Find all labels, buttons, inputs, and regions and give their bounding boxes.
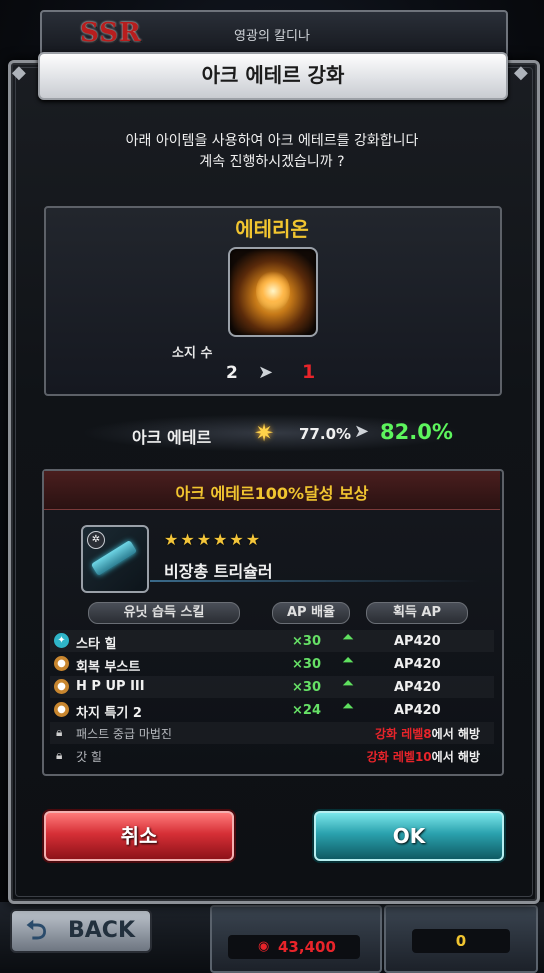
weapon-name: 비장총 트리슐러 — [164, 562, 273, 581]
locked-skill-name: 갓 힐 — [76, 750, 102, 764]
character-name: 영광의 칼디나 — [234, 29, 310, 44]
eterion-item-icon — [228, 247, 318, 337]
star-rating: ★★★★★★ — [164, 530, 263, 549]
owned-count-before: 2 — [226, 363, 238, 383]
back-arrow-icon: ⮌ — [26, 916, 47, 946]
skill-multiplier: ×30 — [292, 634, 321, 649]
level-up-icon: ⏶ — [342, 651, 355, 669]
locked-skill-name: 패스트 중급 마법진 — [76, 727, 172, 741]
corner-ornament-icon: ◆ — [514, 62, 528, 83]
skill-row: ✦ 스타 힐 ×30 ⏶ AP420 — [50, 628, 494, 652]
message-line: 아래 아이템을 사용하여 아크 에테르를 강화합니다 — [125, 133, 419, 149]
item-name: 에테리온 — [235, 217, 309, 241]
reward-title-suffix: 달성 보상 — [304, 484, 369, 503]
owned-count-label: 소지 수 — [172, 346, 213, 361]
skill-multiplier: ×30 — [292, 680, 321, 695]
skill-ap: AP420 — [394, 657, 441, 672]
locked-skill-row: 🔒︎ 패스트 중급 마법진 강화 레벨8에서 해방 — [50, 722, 494, 744]
gem-icon: ◉ — [258, 939, 270, 954]
gem-counter: ◉ 43,400 — [228, 935, 360, 959]
divider — [150, 580, 480, 582]
skill-row: ● H P UP III ×30 ⏶ AP420 — [50, 674, 494, 698]
skill-multiplier: ×30 — [292, 657, 321, 672]
skill-name: 회복 부스트 — [76, 660, 141, 675]
unlock-suffix: 에서 해방 — [431, 727, 480, 741]
skill-ap: AP420 — [394, 703, 441, 718]
column-header-ap-gain: 획득 AP — [366, 602, 468, 624]
gem-value: 43,400 — [278, 938, 336, 956]
skill-row: ● 차지 특기 2 ×24 ⏶ AP420 — [50, 697, 494, 721]
lock-icon: 🔒︎ — [56, 725, 63, 739]
locked-skill-row: 🔒︎ 갓 힐 강화 레벨10에서 해방 — [50, 745, 494, 767]
skill-ap: AP420 — [394, 634, 441, 649]
ark-ether-label: 아크 에테르 — [132, 428, 212, 447]
arrow-right-icon: ➤ — [354, 421, 370, 442]
level-up-icon: ⏶ — [342, 628, 355, 646]
ark-ether-after: 82.0% — [380, 420, 453, 444]
skill-name: 차지 특기 2 — [76, 706, 142, 721]
back-label: BACK — [68, 918, 135, 943]
cancel-button[interactable]: 취소 — [44, 811, 234, 861]
boost-skill-icon: ● — [54, 656, 69, 671]
skill-name: 스타 힐 — [76, 637, 117, 652]
column-header-ap-multiplier: AP 배율 — [272, 602, 350, 624]
skill-name: H P UP III — [76, 679, 145, 694]
ok-button[interactable]: OK — [314, 811, 504, 861]
lock-icon: 🔒︎ — [56, 748, 63, 762]
column-header-skill: 유닛 습득 스킬 — [88, 602, 240, 624]
hp-skill-icon: ● — [54, 679, 69, 694]
back-button[interactable]: ⮌ BACK — [10, 909, 152, 953]
ether-burst-icon: ✷ — [253, 419, 275, 447]
unlock-requirement: 강화 레벨10 — [366, 750, 432, 764]
skill-multiplier: ×24 — [292, 703, 321, 718]
unlock-requirement: 강화 레벨8 — [374, 727, 432, 741]
dialog-title: 아크 에테르 강화 — [201, 63, 345, 87]
ark-ether-before: 77.0% — [299, 425, 352, 443]
unlock-suffix: 에서 해방 — [431, 750, 480, 764]
level-up-icon: ⏶ — [342, 697, 355, 715]
weapon-icon[interactable]: ✲ — [81, 525, 149, 593]
corner-ornament-icon: ◆ — [12, 62, 26, 83]
dialog-message: 아래 아이템을 사용하여 아크 에테르를 강화합니다 계속 진행하시겠습니까 ? — [0, 131, 544, 173]
coin-counter: 0 — [412, 929, 510, 953]
unlock-condition: 강화 레벨8에서 해방 — [375, 725, 480, 742]
reward-title: 아크 에테르100%달성 보상 — [0, 480, 544, 504]
heal-skill-icon: ✦ — [54, 633, 69, 648]
unlock-condition: 강화 레벨10에서 해방 — [367, 748, 480, 765]
reward-title-highlight: 100% — [254, 484, 305, 503]
reward-title-prefix: 아크 에테르 — [175, 484, 255, 503]
message-line: 계속 진행하시겠습니까 ? — [199, 154, 345, 170]
skill-ap: AP420 — [394, 680, 441, 695]
charge-skill-icon: ● — [54, 702, 69, 717]
level-up-icon: ⏶ — [342, 674, 355, 692]
arrow-right-icon: ➤ — [258, 362, 274, 383]
skill-row: ● 회복 부스트 ×30 ⏶ AP420 — [50, 651, 494, 675]
gear-badge-icon: ✲ — [87, 531, 105, 549]
owned-count-after: 1 — [302, 361, 316, 383]
